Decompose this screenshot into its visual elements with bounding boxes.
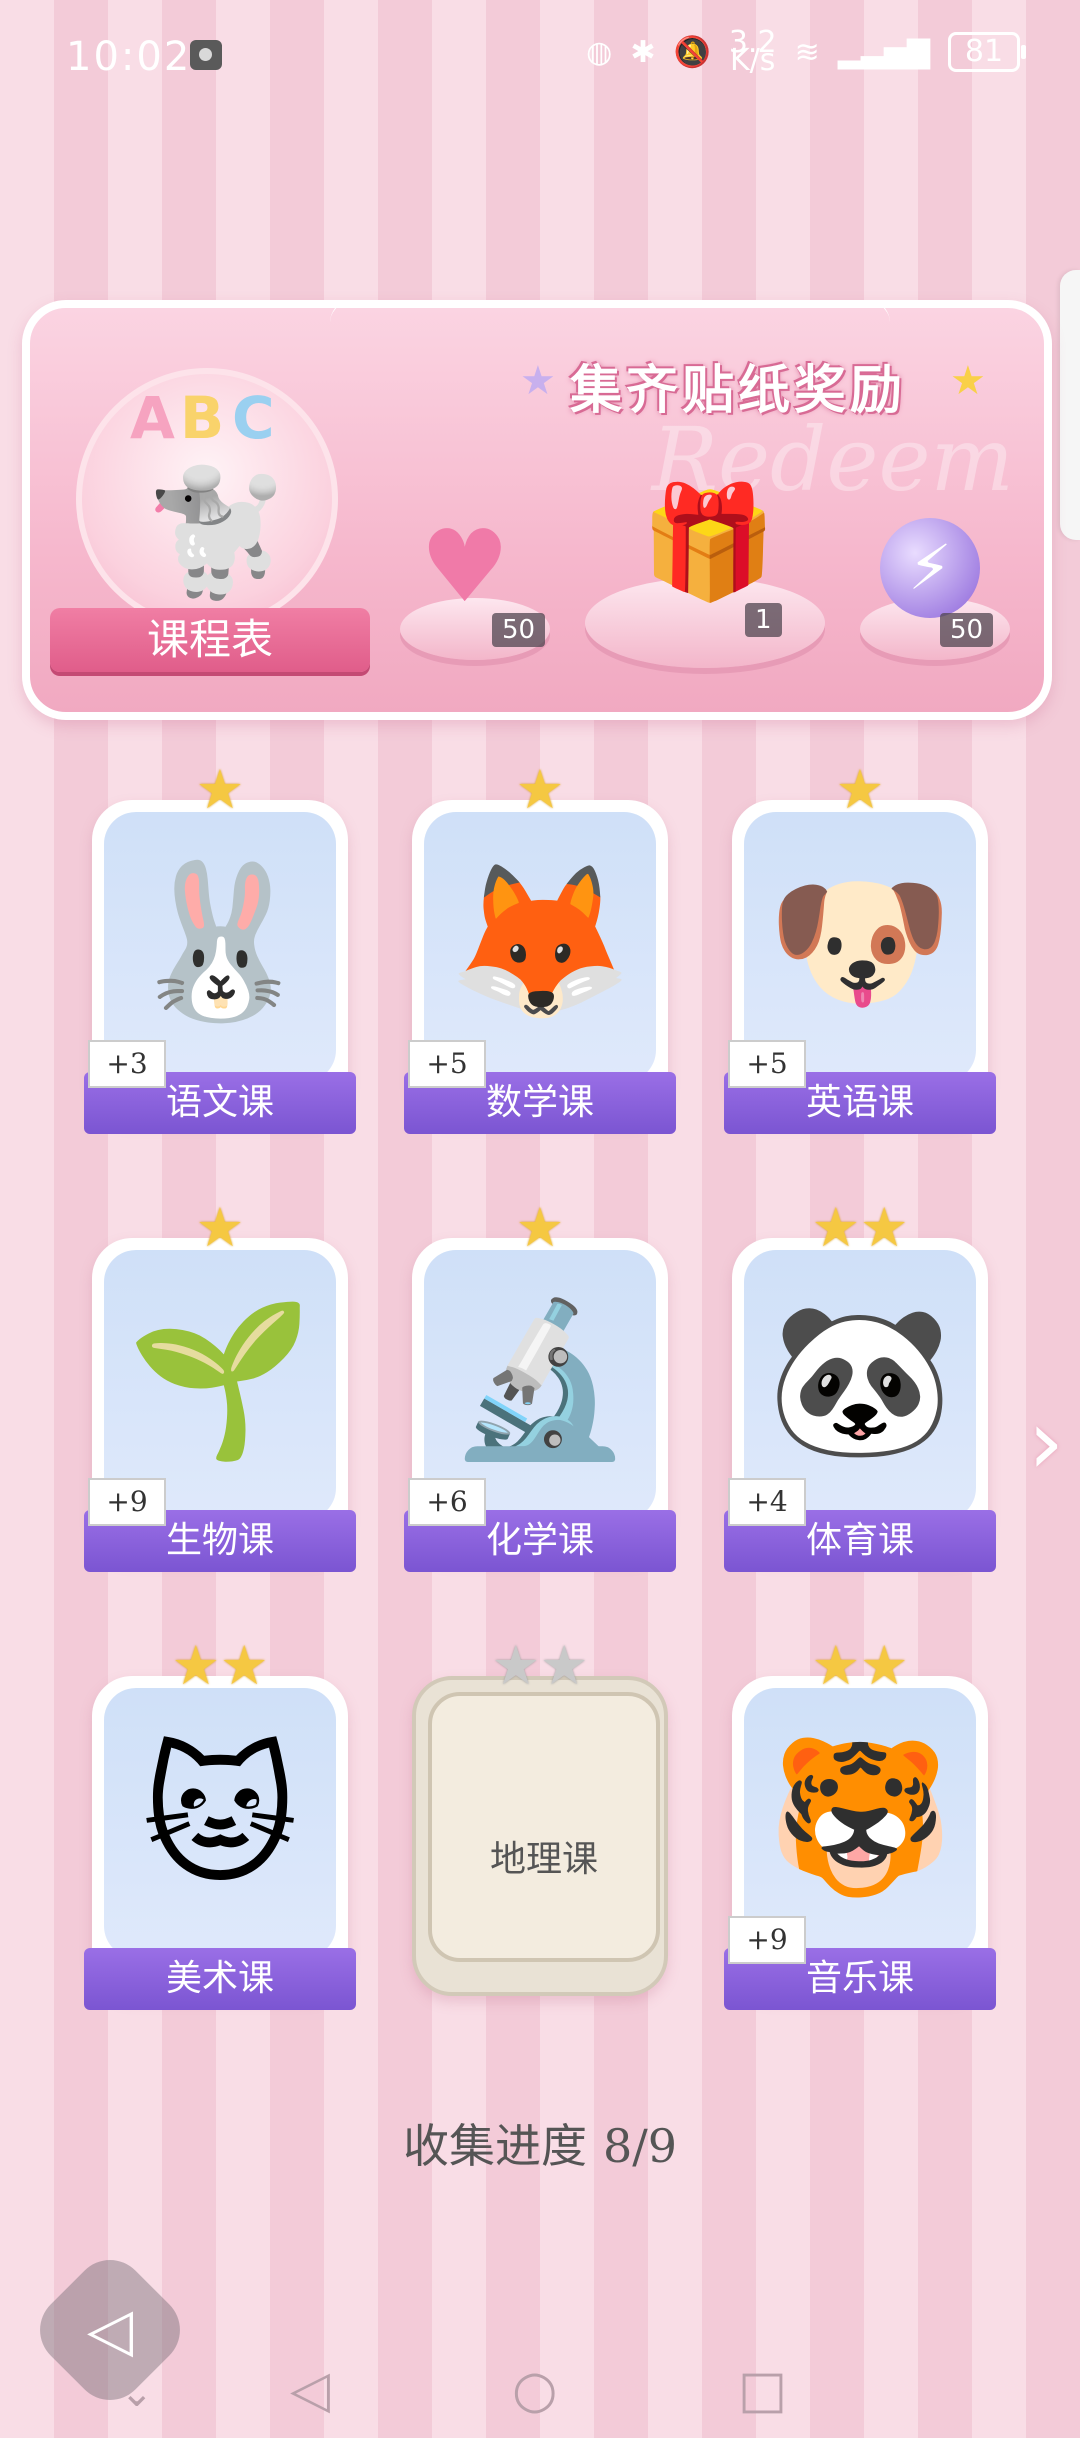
- nav-home-icon[interactable]: ○: [512, 2360, 557, 2420]
- sticker-box-count: 1: [745, 603, 782, 637]
- star-rating-icon: ★: [195, 758, 245, 821]
- course-card[interactable]: 🔬 化学课 +6 ★: [404, 1196, 676, 1572]
- side-panel-handle[interactable]: [1060, 270, 1080, 540]
- bonus-badge: +9: [88, 1478, 166, 1526]
- collection-progress: 收集进度 8/9: [0, 2110, 1080, 2176]
- course-card[interactable]: 地理课 ★★: [412, 1636, 668, 1996]
- nfc-icon: ◍: [586, 34, 613, 70]
- microscope-icon: 🔬: [446, 1293, 634, 1467]
- pink-heart-gem-icon[interactable]: ♥: [420, 508, 510, 625]
- panda-pingpong-icon: 🐼: [766, 1293, 954, 1467]
- star-rating-icon: ★: [515, 758, 565, 821]
- card-frame: 🦊 数学课 +5: [404, 800, 676, 1134]
- star-rating-icon: ★: [835, 758, 885, 821]
- cat-keyboard-icon: 🐯: [766, 1731, 954, 1905]
- gift-box-icon[interactable]: 🎁: [640, 478, 777, 607]
- purple-lightning-orb-icon[interactable]: ⚡: [880, 518, 980, 618]
- card-frame: 🔬 化学课 +6: [404, 1238, 676, 1572]
- poodle-abc-icon: 🐶: [766, 855, 954, 1029]
- locked-course-label: 地理课: [489, 1839, 598, 1880]
- star-rating-icon: ★: [515, 1196, 565, 1259]
- navigation-bar: ⌄ ◁ ○ □: [0, 2340, 1080, 2438]
- letter-c: C: [232, 384, 275, 452]
- letter-b: B: [180, 384, 225, 452]
- chevron-down-icon[interactable]: ⌄: [120, 2370, 154, 2416]
- card-frame: 🐼 体育课 +4: [724, 1238, 996, 1572]
- bonus-badge: +3: [88, 1040, 166, 1088]
- bluetooth-icon: ✱: [630, 34, 656, 70]
- sun-sprout-icon: 🌱: [126, 1293, 314, 1467]
- nav-back-icon[interactable]: ◁: [290, 2360, 330, 2420]
- clock: 10:02: [66, 34, 192, 80]
- course-card[interactable]: 🦊 数学课 +5 ★: [404, 758, 676, 1134]
- mute-bell-icon: 🔕: [673, 34, 711, 70]
- energy-orb-count: 50: [940, 613, 994, 647]
- network-speed-unit: K/s: [729, 43, 776, 78]
- star-rating-icon: ★★: [811, 1634, 909, 1697]
- bonus-badge: +5: [408, 1040, 486, 1088]
- cat-painter-icon: 🐱: [141, 1731, 299, 1905]
- battery-icon: 81: [948, 32, 1026, 72]
- status-bar: 10:02 ◍ ✱ 🔕 3.2 K/s ≋ ▂▃▅▇ 81: [0, 0, 1080, 110]
- card-frame: 地理课: [412, 1676, 668, 1996]
- fox-teacher-icon: 🦊: [446, 855, 634, 1029]
- card-frame: 🐱 美术课: [84, 1676, 356, 2010]
- card-illustration: 🐱: [104, 1688, 336, 1958]
- yellow-star-icon: ★: [950, 358, 986, 404]
- purple-star-icon: ★: [520, 358, 556, 404]
- camera-notification-icon: [190, 40, 222, 70]
- star-rating-icon: ★★: [491, 1634, 589, 1697]
- card-illustration: [428, 1692, 660, 1962]
- network-speed: 3.2 K/s: [729, 28, 777, 78]
- wifi-icon: ≋: [794, 34, 820, 70]
- poodle-reading-icon: 🐩: [142, 464, 292, 603]
- bonus-badge: +9: [728, 1916, 806, 1964]
- course-label: 美术课: [84, 1948, 356, 2010]
- bonus-badge: +5: [728, 1040, 806, 1088]
- progress-label: 收集进度: [402, 2119, 587, 2173]
- chevron-right-icon[interactable]: ›: [1028, 1390, 1064, 1495]
- schedule-button[interactable]: 课程表: [50, 608, 370, 672]
- schedule-avatar[interactable]: A B C 🐩: [76, 368, 338, 630]
- bunny-calligraphy-icon: 🐰: [126, 855, 314, 1029]
- star-rating-icon: ★★: [171, 1634, 269, 1697]
- course-card[interactable]: 🐱 美术课 ★★: [84, 1634, 356, 2010]
- course-card[interactable]: 🐼 体育课 +4 ★★: [724, 1196, 996, 1572]
- card-frame: 🐶 英语课 +5: [724, 800, 996, 1134]
- sticker-reward-banner: ★ 集齐贴纸奖励 ★ Redeem A B C 🐩 课程表 ♥ 50 🎁 1 ⚡…: [22, 300, 1052, 720]
- card-frame: 🌱 生物课 +9: [84, 1238, 356, 1572]
- signal-icon: ▂▃▅▇: [837, 34, 930, 70]
- bonus-badge: +4: [728, 1478, 806, 1526]
- bonus-badge: +6: [408, 1478, 486, 1526]
- course-card[interactable]: 🐰 语文课 +3 ★: [84, 758, 356, 1134]
- heart-gem-count: 50: [492, 613, 546, 647]
- course-card[interactable]: 🐯 音乐课 +9 ★★: [724, 1634, 996, 2010]
- course-card[interactable]: 🐶 英语课 +5 ★: [724, 758, 996, 1134]
- progress-value: 8/9: [602, 2119, 678, 2173]
- card-frame: 🐰 语文课 +3: [84, 800, 356, 1134]
- star-rating-icon: ★: [195, 1196, 245, 1259]
- course-card[interactable]: 🌱 生物课 +9 ★: [84, 1196, 356, 1572]
- card-frame: 🐯 音乐课 +9: [724, 1676, 996, 2010]
- star-rating-icon: ★★: [811, 1196, 909, 1259]
- nav-recents-icon[interactable]: □: [738, 2360, 787, 2420]
- letter-a: A: [130, 384, 175, 452]
- status-icons: ◍ ✱ 🔕 3.2 K/s ≋ ▂▃▅▇ 81: [586, 28, 1026, 78]
